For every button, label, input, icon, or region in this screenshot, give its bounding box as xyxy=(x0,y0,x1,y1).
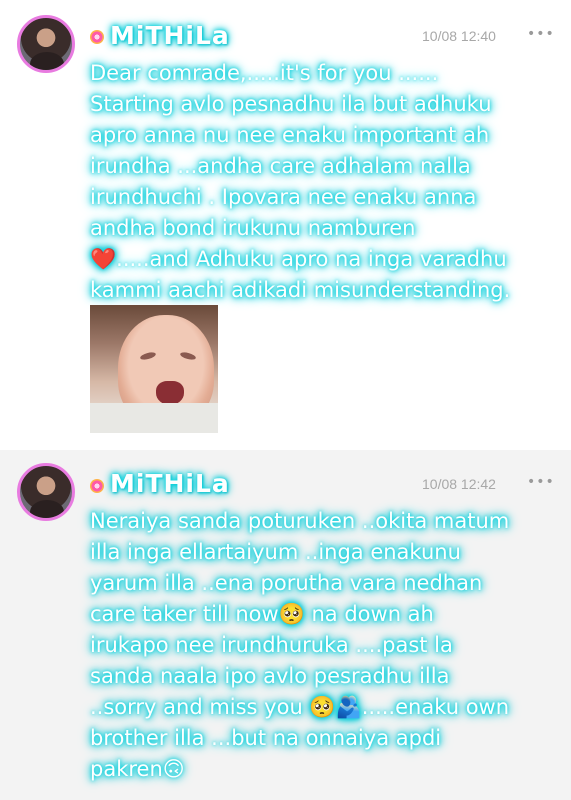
username[interactable]: MiTHiLa xyxy=(110,21,230,50)
more-options-icon[interactable]: ••• xyxy=(527,474,555,490)
username[interactable]: MiTHiLa xyxy=(110,469,230,498)
crying-baby-photo[interactable] xyxy=(90,305,218,433)
message-line: irukapo nee irundhuruka ....past la xyxy=(90,633,453,657)
message-line: pakren🙃 xyxy=(90,757,185,781)
avatar[interactable] xyxy=(17,15,75,73)
message-line: care taker till now🥺 na down ah xyxy=(90,602,434,626)
message-line: illa inga ellartaiyum ..inga enakunu xyxy=(90,540,461,564)
message-line: Dear comrade,.....it's for you ...... xyxy=(90,61,439,85)
message-line: ..sorry and miss you 🥺🫂.....enaku own xyxy=(90,695,510,719)
message-line: irundhuchi . Ipovara nee enaku anna xyxy=(90,185,477,209)
message-line: ❤️.....and Adhuku apro na inga varadhu xyxy=(90,247,507,271)
message-line: brother illa ...but na onnaiya apdi xyxy=(90,726,442,750)
message-line: yarum illa ..ena porutha vara nedhan xyxy=(90,571,483,595)
message-line: kammi aachi adikadi misunderstanding. xyxy=(90,278,511,302)
message-line: andha bond irukunu namburen xyxy=(90,216,416,240)
post-card: MiTHiLa 10/08 12:40 ••• Dear comrade,...… xyxy=(0,0,571,450)
timestamp: 10/08 12:40 xyxy=(422,28,496,44)
message-text: Dear comrade,.....it's for you ...... St… xyxy=(90,58,562,306)
vip-badge-icon xyxy=(90,30,104,44)
message-line: Neraiya sanda poturuken ..okita matum xyxy=(90,509,510,533)
message-line: apro anna nu nee enaku important ah xyxy=(90,123,490,147)
more-options-icon[interactable]: ••• xyxy=(527,26,555,42)
timestamp: 10/08 12:42 xyxy=(422,476,496,492)
message-line: irundha ...andha care adhalam nalla xyxy=(90,154,471,178)
avatar[interactable] xyxy=(17,463,75,521)
message-line: sanda naala ipo avlo pesradhu illa xyxy=(90,664,450,688)
message-line: Starting avlo pesnadhu ila but adhuku xyxy=(90,92,492,116)
message-text: Neraiya sanda poturuken ..okita matum il… xyxy=(90,506,562,785)
vip-badge-icon xyxy=(90,479,104,493)
